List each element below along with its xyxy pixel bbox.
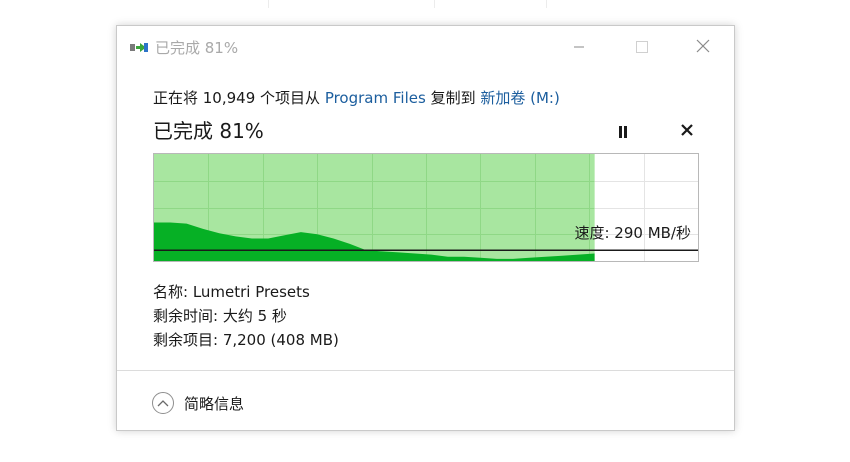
background-divider (268, 0, 269, 8)
maximize-button[interactable] (625, 34, 657, 60)
window-title: 已完成 81% (155, 39, 239, 57)
background-divider (546, 0, 547, 8)
footer-divider (117, 370, 734, 371)
title-bar[interactable]: 已完成 81% (117, 26, 734, 68)
minimize-icon (574, 46, 584, 48)
destination-drive-link[interactable]: 新加卷 (M:) (480, 89, 559, 107)
pause-button[interactable] (617, 123, 629, 138)
pause-icon (619, 126, 627, 138)
copy-middle: 复制到 (430, 89, 476, 107)
speed-label: 速度: 290 MB/秒 (574, 224, 691, 242)
background-divider (434, 0, 435, 8)
close-button[interactable] (687, 34, 719, 60)
file-name: 名称: Lumetri Presets (153, 283, 310, 301)
cancel-button[interactable] (680, 122, 694, 136)
copy-progress-dialog: 已完成 81% 正在将 10,949 个项目从 Program Files 复制… (116, 25, 735, 431)
cancel-icon (681, 124, 693, 136)
transfer-details: 名称: Lumetri Presets 剩余时间: 大约 5 秒 剩余项目: 7… (153, 280, 339, 352)
copy-description: 正在将 10,949 个项目从 Program Files 复制到 新加卷 (M… (153, 87, 560, 108)
minimize-button[interactable] (563, 34, 595, 60)
time-remaining: 剩余时间: 大约 5 秒 (153, 307, 287, 325)
transfer-speed-graph: 速度: 290 MB/秒 (153, 153, 699, 262)
maximize-icon (636, 41, 648, 53)
fewer-details-label: 简略信息 (184, 394, 245, 413)
speed-graph-canvas (154, 154, 698, 261)
fewer-details-button[interactable]: 简略信息 (152, 390, 244, 416)
chevron-circle (152, 392, 174, 414)
chevron-up-icon (157, 400, 169, 407)
copy-arrow-icon (130, 43, 148, 52)
items-remaining: 剩余项目: 7,200 (408 MB) (153, 331, 339, 349)
close-icon (696, 39, 710, 53)
source-folder-link[interactable]: Program Files (325, 89, 426, 107)
copy-prefix: 正在将 10,949 个项目从 (153, 89, 321, 107)
completion-status: 已完成 81% (153, 119, 264, 143)
